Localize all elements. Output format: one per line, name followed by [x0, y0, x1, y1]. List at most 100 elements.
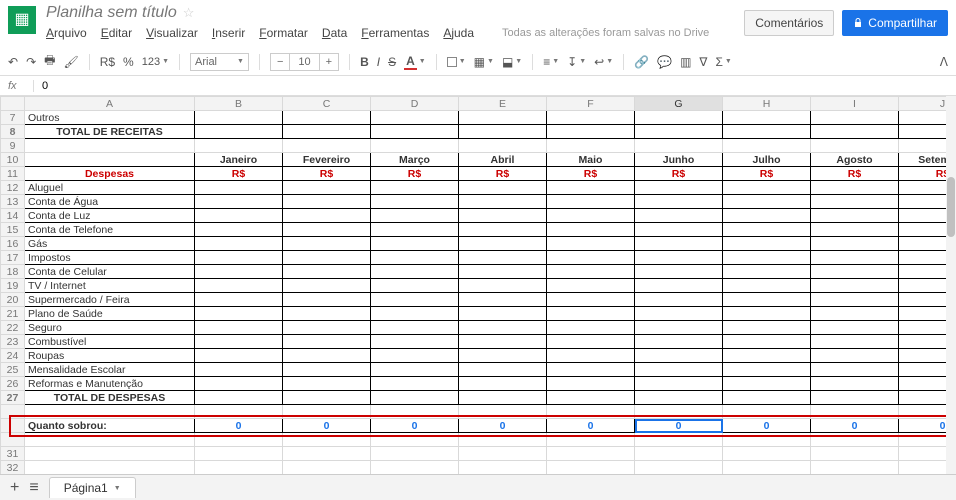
row-header[interactable]: 32 [1, 461, 25, 475]
cell[interactable] [723, 377, 811, 391]
collapse-toolbar-button[interactable]: ᐱ [940, 55, 948, 69]
cell[interactable] [547, 111, 635, 125]
cell[interactable] [459, 433, 547, 447]
col-header-G[interactable]: G [635, 97, 723, 111]
cell[interactable] [459, 195, 547, 209]
cell[interactable] [547, 293, 635, 307]
menu-formatar[interactable]: Formatar [259, 26, 308, 40]
cell[interactable] [723, 223, 811, 237]
cell[interactable] [635, 363, 723, 377]
cell[interactable] [635, 265, 723, 279]
cell[interactable] [811, 293, 899, 307]
cell[interactable] [547, 377, 635, 391]
cell[interactable]: 0 [723, 419, 811, 433]
menu-arquivo[interactable]: Arquivo [46, 26, 87, 40]
col-header-A[interactable]: A [25, 97, 195, 111]
cell[interactable] [811, 377, 899, 391]
cell[interactable]: 0 [195, 419, 283, 433]
cell[interactable]: R$ [195, 167, 283, 181]
cell[interactable] [195, 111, 283, 125]
cell[interactable] [25, 153, 195, 167]
row-header[interactable]: 8 [1, 125, 25, 139]
cell[interactable] [195, 209, 283, 223]
cell[interactable] [371, 391, 459, 405]
font-select[interactable]: Arial▼ [190, 53, 249, 71]
cell[interactable]: R$ [635, 167, 723, 181]
cell[interactable]: Impostos [25, 251, 195, 265]
undo-button[interactable]: ↶ [8, 55, 18, 69]
cell[interactable]: 0 [283, 419, 371, 433]
cell[interactable] [371, 209, 459, 223]
cell[interactable] [547, 335, 635, 349]
cell[interactable] [371, 265, 459, 279]
cell[interactable] [459, 181, 547, 195]
cell[interactable] [25, 461, 195, 475]
cell[interactable]: Conta de Água [25, 195, 195, 209]
cell[interactable] [547, 321, 635, 335]
cell[interactable] [195, 279, 283, 293]
cell[interactable] [811, 433, 899, 447]
cell[interactable] [723, 363, 811, 377]
cell[interactable] [371, 293, 459, 307]
cell[interactable] [547, 391, 635, 405]
zoom-menu[interactable]: 123 ▼ [142, 56, 169, 68]
comments-button[interactable]: Comentários [744, 10, 834, 36]
cell[interactable]: Reformas e Manutenção [25, 377, 195, 391]
cell[interactable] [283, 391, 371, 405]
cell[interactable] [283, 335, 371, 349]
cell[interactable] [635, 195, 723, 209]
sheet-tab[interactable]: Página1 ▼ [49, 477, 136, 498]
cell[interactable] [195, 447, 283, 461]
cell[interactable] [195, 405, 283, 419]
cell[interactable] [635, 461, 723, 475]
cell[interactable] [811, 251, 899, 265]
cell[interactable] [811, 391, 899, 405]
insert-chart-button[interactable]: ▥ [680, 55, 691, 69]
cell[interactable] [195, 181, 283, 195]
cell[interactable] [195, 265, 283, 279]
cell[interactable] [635, 391, 723, 405]
row-header[interactable]: 26 [1, 377, 25, 391]
cell[interactable] [459, 321, 547, 335]
menu-ajuda[interactable]: Ajuda [443, 26, 474, 40]
cell[interactable] [635, 335, 723, 349]
size-increase[interactable]: + [320, 54, 338, 70]
cell[interactable] [723, 125, 811, 139]
cell[interactable] [371, 139, 459, 153]
select-all-cell[interactable] [1, 97, 25, 111]
cell[interactable] [723, 139, 811, 153]
cell[interactable]: Abril [459, 153, 547, 167]
cell[interactable] [283, 237, 371, 251]
cell[interactable] [283, 461, 371, 475]
app-logo[interactable]: ▦ [8, 6, 36, 34]
cell[interactable] [459, 349, 547, 363]
cell[interactable] [723, 195, 811, 209]
row-header[interactable]: 10 [1, 153, 25, 167]
cell[interactable]: Julho [723, 153, 811, 167]
paint-format-button[interactable]: 🖌 [63, 55, 78, 69]
formula-input[interactable] [34, 80, 956, 92]
cell[interactable] [371, 195, 459, 209]
cell[interactable]: Despesas [25, 167, 195, 181]
cell[interactable] [283, 321, 371, 335]
menu-editar[interactable]: Editar [101, 26, 132, 40]
cell[interactable] [811, 405, 899, 419]
cell[interactable] [811, 181, 899, 195]
v-align-button[interactable]: ↧▼ [567, 55, 586, 69]
cell[interactable] [371, 307, 459, 321]
row-header[interactable] [1, 405, 25, 419]
font-size-select[interactable]: − 10 + [270, 53, 339, 71]
cell[interactable] [459, 251, 547, 265]
cell[interactable]: 0 [811, 419, 899, 433]
cell[interactable] [283, 293, 371, 307]
row-header[interactable]: 25 [1, 363, 25, 377]
cell[interactable]: Maio [547, 153, 635, 167]
cell[interactable] [547, 181, 635, 195]
text-color-button[interactable]: A▼ [404, 54, 426, 70]
cell[interactable]: Conta de Telefone [25, 223, 195, 237]
wrap-button[interactable]: ↩▼ [594, 55, 613, 69]
cell[interactable] [811, 265, 899, 279]
cell[interactable]: Março [371, 153, 459, 167]
cell[interactable] [459, 391, 547, 405]
cell[interactable] [723, 461, 811, 475]
